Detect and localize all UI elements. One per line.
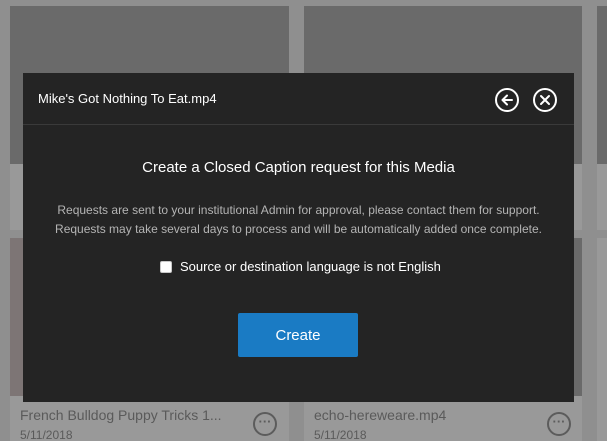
media-date: 5/11/2018 [314, 428, 367, 441]
create-button[interactable]: Create [238, 313, 358, 357]
info-text-line-2: Requests may take several days to proces… [55, 222, 542, 236]
modal-title: Mike's Got Nothing To Eat.mp4 [38, 91, 217, 106]
close-button[interactable] [533, 88, 557, 112]
more-options-icon[interactable]: ··· [547, 412, 571, 436]
more-options-icon[interactable]: ··· [253, 412, 277, 436]
back-button[interactable] [495, 88, 519, 112]
media-thumbnail[interactable] [597, 6, 607, 164]
media-date: 5/11/2018 [20, 428, 73, 441]
info-text-line-1: Requests are sent to your institutional … [57, 203, 540, 217]
language-checkbox[interactable] [160, 260, 172, 273]
media-title[interactable]: echo-hereweare.mp4 [314, 407, 446, 423]
language-checkbox-row[interactable]: Source or destination language is not En… [160, 259, 441, 274]
arrow-left-circle-icon [501, 94, 513, 106]
media-tile-top-right[interactable] [597, 6, 607, 230]
modal-header: Mike's Got Nothing To Eat.mp4 [23, 73, 574, 125]
closed-caption-modal: Mike's Got Nothing To Eat.mp4 Create a C… [23, 73, 574, 402]
media-tile-bottom-right[interactable] [597, 238, 607, 441]
close-circle-icon [540, 95, 550, 105]
modal-heading: Create a Closed Caption request for this… [142, 159, 455, 176]
media-title[interactable]: French Bulldog Puppy Tricks 1... [20, 407, 222, 423]
language-checkbox-label[interactable]: Source or destination language is not En… [180, 259, 441, 274]
